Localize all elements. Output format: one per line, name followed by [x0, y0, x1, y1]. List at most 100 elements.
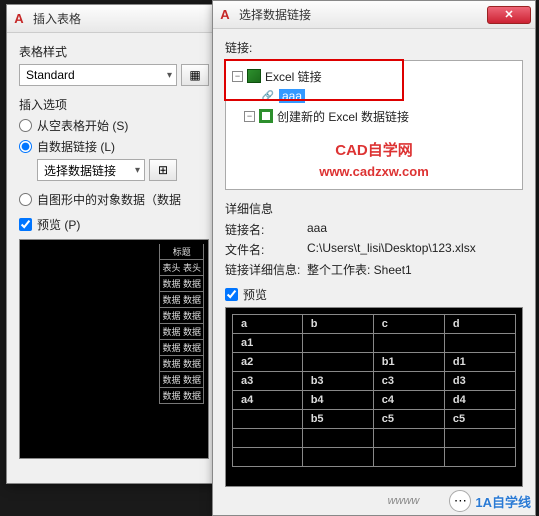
table-cell — [444, 429, 515, 448]
radio-from-object[interactable]: 自图形中的对象数据（数据 — [19, 191, 209, 208]
table-cell: c3 — [373, 372, 444, 391]
table-cell — [302, 448, 373, 467]
preview-checkbox-row[interactable]: 预览 (P) — [19, 216, 209, 233]
preview-area-left: 标题 表头 表头 数据 数据 数据 数据 数据 数据 数据 数据 数据 数据 数… — [19, 239, 209, 459]
data-link-value: 选择数据链接 — [44, 162, 116, 179]
table-row — [233, 429, 516, 448]
insert-table-dialog: A 插入表格 表格样式 Standard ▦ 插入选项 从空表格开始 (S) 自… — [6, 4, 222, 484]
footer-watermark: wwww ⋯ 1A自学线 — [388, 490, 531, 512]
mini-row: 表头 表头 — [160, 260, 203, 276]
tree-expander[interactable]: − — [232, 71, 243, 82]
table-cell: b1 — [373, 353, 444, 372]
links-tree: − Excel 链接 aaa − 创建新的 Excel 数据链接 CAD自学网 … — [225, 60, 523, 190]
col-a: a — [233, 315, 303, 334]
radio-link-label: 自数据链接 (L) — [37, 138, 115, 155]
excel-new-icon — [258, 109, 274, 123]
table-cell: a3 — [233, 372, 303, 391]
close-button[interactable]: ✕ — [487, 6, 531, 24]
detail-info-key: 链接详细信息: — [225, 261, 307, 278]
insert-options-label: 插入选项 — [19, 96, 209, 113]
mini-row: 数据 数据 — [160, 292, 203, 308]
watermark-title: CAD自学网 — [226, 139, 522, 160]
style-settings-button[interactable]: ▦ — [181, 64, 209, 86]
style-combo[interactable]: Standard — [19, 64, 177, 86]
preview-checkbox[interactable] — [225, 288, 238, 301]
tree-item-selected[interactable]: aaa — [279, 89, 305, 103]
titlebar: A 选择数据链接 ✕ — [213, 1, 535, 29]
dialog-body: 表格样式 Standard ▦ 插入选项 从空表格开始 (S) 自数据链接 (L… — [7, 33, 221, 469]
grid-icon: ▦ — [189, 68, 200, 82]
footer-brand: 1A自学线 — [475, 492, 531, 511]
mini-row: 数据 数据 — [160, 340, 203, 356]
watermark: CAD自学网 www.cadzxw.com — [226, 139, 522, 179]
table-cell — [233, 448, 303, 467]
preview-table: a b c d a1a2b1d1a3b3c3d3a4b4c4d4b5c5c5 — [232, 314, 516, 467]
detail-file-value: C:\Users\t_lisi\Desktop\123.xlsx — [307, 241, 523, 258]
mini-table: 标题 表头 表头 数据 数据 数据 数据 数据 数据 数据 数据 数据 数据 数… — [159, 244, 204, 404]
details-label: 详细信息 — [225, 200, 523, 217]
table-cell — [444, 448, 515, 467]
table-header-row: a b c d — [233, 315, 516, 334]
detail-file-key: 文件名: — [225, 241, 307, 258]
table-cell — [302, 334, 373, 353]
dialog-title: 选择数据链接 — [239, 6, 487, 23]
detail-info-value: 整个工作表: Sheet1 — [307, 261, 523, 278]
preview-checkbox[interactable] — [19, 218, 32, 231]
preview-label: 预览 — [243, 286, 267, 303]
mini-row: 数据 数据 — [160, 308, 203, 324]
radio-empty-label: 从空表格开始 (S) — [37, 117, 128, 134]
tree-root-label[interactable]: Excel 链接 — [265, 68, 322, 85]
radio-from-empty[interactable]: 从空表格开始 (S) — [19, 117, 209, 134]
table-cell: a2 — [233, 353, 303, 372]
detail-name-key: 链接名: — [225, 221, 307, 238]
table-row: a1 — [233, 334, 516, 353]
dialog-title: 插入表格 — [33, 10, 217, 27]
table-cell — [373, 334, 444, 353]
data-link-combo[interactable]: 选择数据链接 — [37, 159, 145, 181]
col-b: b — [302, 315, 373, 334]
style-value: Standard — [26, 68, 75, 82]
mini-row: 数据 数据 — [160, 276, 203, 292]
table-cell: d4 — [444, 391, 515, 410]
details: 链接名: aaa 文件名: C:\Users\t_lisi\Desktop\12… — [225, 221, 523, 278]
table-row: a4b4c4d4 — [233, 391, 516, 410]
table-cell: b4 — [302, 391, 373, 410]
table-cell: d3 — [444, 372, 515, 391]
style-label: 表格样式 — [19, 43, 209, 60]
radio-link-input[interactable] — [19, 140, 32, 153]
watermark-url: www.cadzxw.com — [226, 164, 522, 179]
tree-new-link[interactable]: 创建新的 Excel 数据链接 — [277, 108, 409, 125]
table-cell — [373, 448, 444, 467]
table-cell: a4 — [233, 391, 303, 410]
tree-expander[interactable]: − — [244, 111, 255, 122]
data-link-browse-button[interactable]: ⊞ — [149, 159, 177, 181]
radio-object-input[interactable] — [19, 193, 32, 206]
radio-from-link[interactable]: 自数据链接 (L) — [19, 138, 209, 155]
col-d: d — [444, 315, 515, 334]
mini-row: 数据 数据 — [160, 388, 203, 404]
mini-header: 标题 — [160, 244, 203, 260]
col-c: c — [373, 315, 444, 334]
table-cell: c5 — [444, 410, 515, 429]
autocad-icon: A — [217, 7, 233, 23]
excel-icon — [246, 69, 262, 83]
link-icon: ⊞ — [158, 163, 168, 177]
table-cell: c5 — [373, 410, 444, 429]
detail-name-value: aaa — [307, 221, 523, 238]
table-cell — [233, 429, 303, 448]
link-icon — [260, 89, 276, 103]
radio-empty-input[interactable] — [19, 119, 32, 132]
dialog-body: 链接: − Excel 链接 aaa − 创建新的 Excel 数据链接 CAD… — [213, 29, 535, 497]
table-cell: b5 — [302, 410, 373, 429]
wechat-icon: ⋯ — [449, 490, 471, 512]
select-data-link-dialog: A 选择数据链接 ✕ 链接: − Excel 链接 aaa − 创建新的 Exc… — [212, 0, 536, 516]
mini-row: 数据 数据 — [160, 324, 203, 340]
titlebar: A 插入表格 — [7, 5, 221, 33]
preview-checkbox-row[interactable]: 预览 — [225, 286, 523, 303]
mini-row: 数据 数据 — [160, 372, 203, 388]
links-label: 链接: — [225, 39, 523, 56]
radio-object-label: 自图形中的对象数据（数据 — [37, 191, 181, 208]
table-row — [233, 448, 516, 467]
footer-wwww: wwww — [388, 495, 420, 507]
table-cell: d1 — [444, 353, 515, 372]
